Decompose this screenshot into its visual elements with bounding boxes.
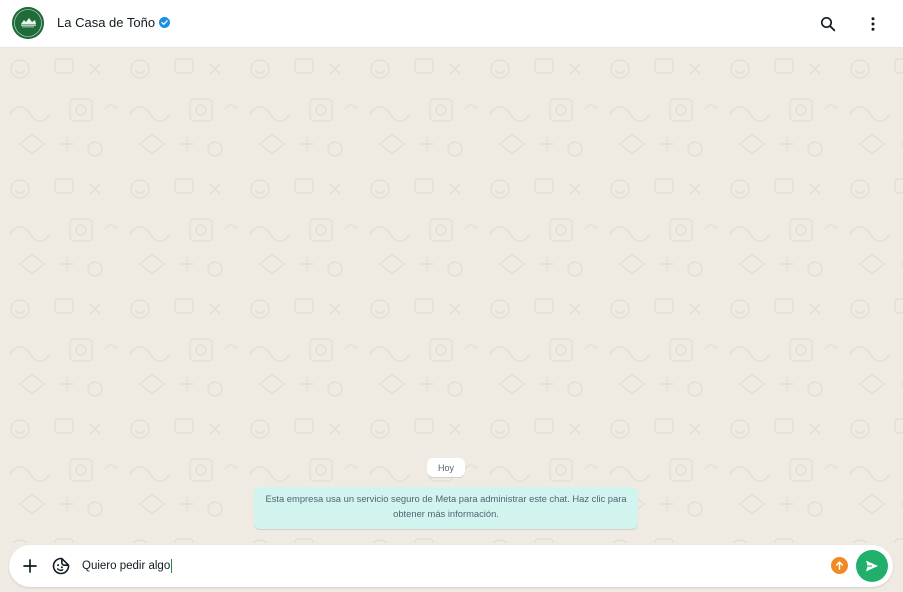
verified-badge-icon bbox=[159, 17, 171, 28]
send-icon bbox=[866, 560, 878, 572]
message-input[interactable]: Quiero pedir algo bbox=[82, 557, 782, 575]
arrow-up-icon bbox=[835, 561, 844, 570]
sticker-button[interactable] bbox=[49, 554, 73, 578]
chat-header: La Casa de Toño bbox=[0, 0, 903, 48]
search-icon bbox=[820, 16, 836, 32]
avatar[interactable] bbox=[12, 7, 44, 39]
day-label: Hoy bbox=[437, 462, 454, 473]
text-caret bbox=[171, 559, 173, 573]
search-button[interactable] bbox=[816, 12, 840, 36]
restaurant-logo-icon bbox=[12, 7, 44, 39]
business-info-message[interactable]: Esta empresa usa un servicio seguro de M… bbox=[254, 487, 638, 529]
chat-title[interactable]: La Casa de Toño bbox=[57, 15, 171, 30]
chat-title-text: La Casa de Toño bbox=[57, 15, 156, 30]
attach-button[interactable] bbox=[18, 554, 42, 578]
system-message-text: Esta empresa usa un servicio seguro de M… bbox=[265, 493, 627, 519]
menu-button[interactable] bbox=[861, 12, 885, 36]
chat-area: Hoy Esta empresa usa un servicio seguro … bbox=[0, 49, 903, 543]
upload-indicator[interactable] bbox=[831, 557, 848, 574]
plus-icon bbox=[23, 559, 37, 573]
day-separator: Hoy bbox=[427, 458, 465, 477]
sticker-icon bbox=[52, 557, 70, 575]
send-button[interactable] bbox=[856, 550, 888, 582]
message-composer: Quiero pedir algo bbox=[9, 545, 893, 587]
message-input-text: Quiero pedir algo bbox=[82, 560, 171, 572]
more-vert-icon bbox=[871, 17, 875, 31]
